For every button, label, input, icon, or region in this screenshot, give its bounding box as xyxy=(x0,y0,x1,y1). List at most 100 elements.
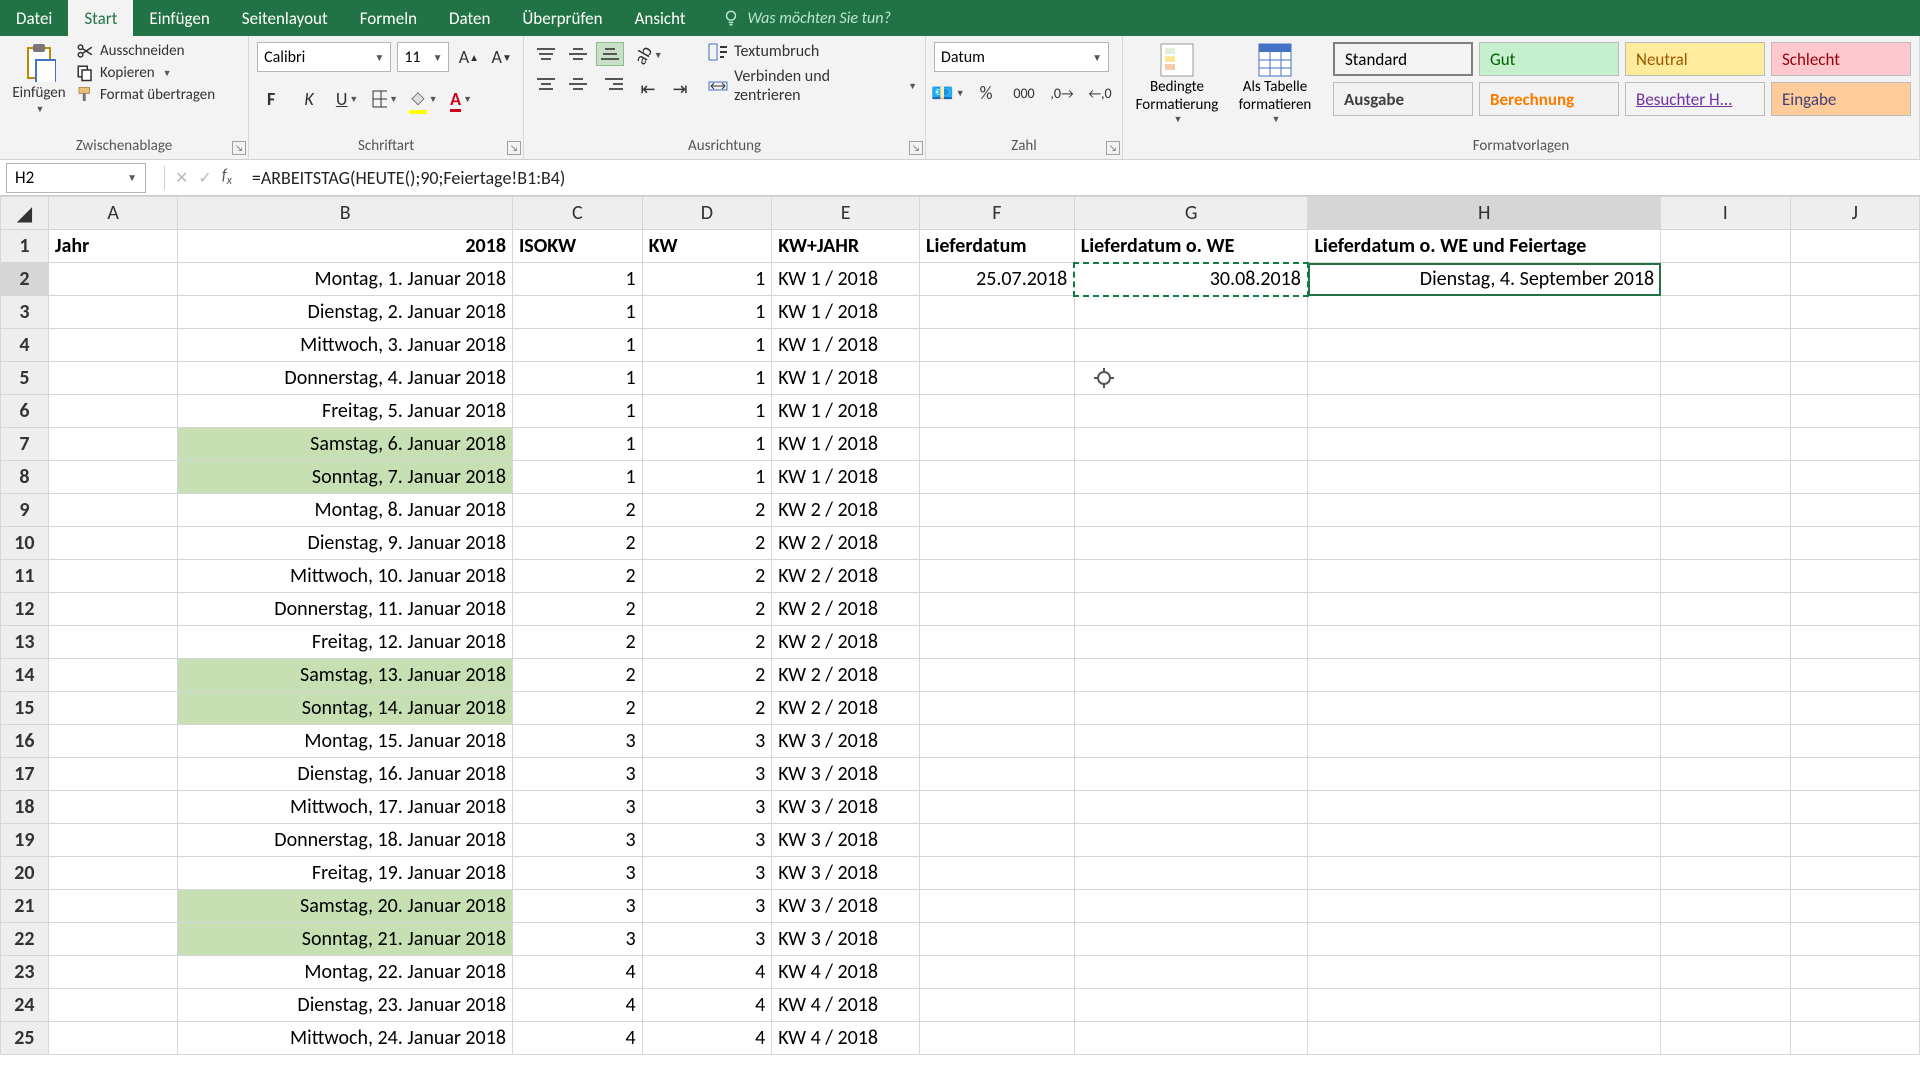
cell-C7[interactable]: 1 xyxy=(512,428,642,461)
cell-D14[interactable]: 2 xyxy=(642,659,772,692)
align-center-button[interactable] xyxy=(564,72,592,96)
bold-button[interactable]: F xyxy=(257,86,285,112)
cell-C2[interactable]: 1 xyxy=(512,263,642,296)
font-color-button[interactable]: A▼ xyxy=(447,86,475,112)
cell-D5[interactable]: 1 xyxy=(642,362,772,395)
cell-B16[interactable]: Montag, 15. Januar 2018 xyxy=(178,725,513,758)
cell-J21[interactable] xyxy=(1790,890,1919,923)
cell-F2[interactable]: 25.07.2018 xyxy=(920,263,1075,296)
cell-I3[interactable] xyxy=(1661,296,1790,329)
cell-J7[interactable] xyxy=(1790,428,1919,461)
cell-H16[interactable] xyxy=(1308,725,1661,758)
accounting-format-button[interactable]: 💶▼ xyxy=(934,80,962,106)
cell-E5[interactable]: KW 1 / 2018 xyxy=(772,362,920,395)
cell-G25[interactable] xyxy=(1074,1022,1308,1055)
cell-F23[interactable] xyxy=(920,956,1075,989)
decrease-indent-button[interactable]: ⇤ xyxy=(634,76,662,102)
cell-I18[interactable] xyxy=(1661,791,1790,824)
row-header-6[interactable]: 6 xyxy=(1,395,49,428)
cell-B2[interactable]: Montag, 1. Januar 2018 xyxy=(178,263,513,296)
cell-F25[interactable] xyxy=(920,1022,1075,1055)
cell-C24[interactable]: 4 xyxy=(512,989,642,1022)
cell-B7[interactable]: Samstag, 6. Januar 2018 xyxy=(178,428,513,461)
cell-J14[interactable] xyxy=(1790,659,1919,692)
cell-D4[interactable]: 1 xyxy=(642,329,772,362)
cell-A9[interactable] xyxy=(48,494,178,527)
col-header-B[interactable]: B xyxy=(178,197,513,230)
font-name-combo[interactable]: Calibri ▼ xyxy=(257,42,391,72)
cell-A18[interactable] xyxy=(48,791,178,824)
cell-E7[interactable]: KW 1 / 2018 xyxy=(772,428,920,461)
wrap-text-button[interactable]: Textumbruch xyxy=(708,42,917,61)
cell-E14[interactable]: KW 2 / 2018 xyxy=(772,659,920,692)
cell-A13[interactable] xyxy=(48,626,178,659)
cell-A2[interactable] xyxy=(48,263,178,296)
cell-D11[interactable]: 2 xyxy=(642,560,772,593)
cell-A22[interactable] xyxy=(48,923,178,956)
accept-formula-button[interactable]: ✓ xyxy=(198,168,211,188)
cell-F12[interactable] xyxy=(920,593,1075,626)
cell-G8[interactable] xyxy=(1074,461,1308,494)
cell-A7[interactable] xyxy=(48,428,178,461)
cell-I5[interactable] xyxy=(1661,362,1790,395)
cell-J9[interactable] xyxy=(1790,494,1919,527)
cell-B21[interactable]: Samstag, 20. Januar 2018 xyxy=(178,890,513,923)
cell-B12[interactable]: Donnerstag, 11. Januar 2018 xyxy=(178,593,513,626)
cell-B3[interactable]: Dienstag, 2. Januar 2018 xyxy=(178,296,513,329)
cell-B14[interactable]: Samstag, 13. Januar 2018 xyxy=(178,659,513,692)
cell-E22[interactable]: KW 3 / 2018 xyxy=(772,923,920,956)
cell-I8[interactable] xyxy=(1661,461,1790,494)
cancel-formula-button[interactable]: ✕ xyxy=(175,168,188,188)
cell-D24[interactable]: 4 xyxy=(642,989,772,1022)
cell-A25[interactable] xyxy=(48,1022,178,1055)
cell-D18[interactable]: 3 xyxy=(642,791,772,824)
row-header-10[interactable]: 10 xyxy=(1,527,49,560)
cell-A19[interactable] xyxy=(48,824,178,857)
comma-style-button[interactable]: 000 xyxy=(1010,80,1038,106)
cell-B15[interactable]: Sonntag, 14. Januar 2018 xyxy=(178,692,513,725)
row-header-19[interactable]: 19 xyxy=(1,824,49,857)
cell-H11[interactable] xyxy=(1308,560,1661,593)
cell-I25[interactable] xyxy=(1661,1022,1790,1055)
cell-H12[interactable] xyxy=(1308,593,1661,626)
cell-H21[interactable] xyxy=(1308,890,1661,923)
cell-A1[interactable]: Jahr xyxy=(48,230,178,263)
cell-J4[interactable] xyxy=(1790,329,1919,362)
tab-review[interactable]: Überprüfen xyxy=(506,0,618,37)
cell-C20[interactable]: 3 xyxy=(512,857,642,890)
cell-E17[interactable]: KW 3 / 2018 xyxy=(772,758,920,791)
name-box[interactable]: H2 ▼ xyxy=(6,163,146,193)
cut-button[interactable]: Ausschneiden xyxy=(76,42,215,60)
decrease-font-button[interactable]: A▼ xyxy=(488,44,515,70)
tell-me-search[interactable]: Was möchten Sie tun? xyxy=(722,9,891,28)
cell-C10[interactable]: 2 xyxy=(512,527,642,560)
cell-G2[interactable]: 30.08.2018 xyxy=(1074,263,1308,296)
style-gut[interactable]: Gut xyxy=(1479,42,1619,76)
tab-view[interactable]: Ansicht xyxy=(619,0,702,37)
cell-B8[interactable]: Sonntag, 7. Januar 2018 xyxy=(178,461,513,494)
cell-E13[interactable]: KW 2 / 2018 xyxy=(772,626,920,659)
cell-G19[interactable] xyxy=(1074,824,1308,857)
row-header-4[interactable]: 4 xyxy=(1,329,49,362)
cell-J8[interactable] xyxy=(1790,461,1919,494)
cell-H14[interactable] xyxy=(1308,659,1661,692)
cell-I17[interactable] xyxy=(1661,758,1790,791)
cell-E21[interactable]: KW 3 / 2018 xyxy=(772,890,920,923)
cell-F4[interactable] xyxy=(920,329,1075,362)
cell-E24[interactable]: KW 4 / 2018 xyxy=(772,989,920,1022)
cell-I19[interactable] xyxy=(1661,824,1790,857)
cell-E16[interactable]: KW 3 / 2018 xyxy=(772,725,920,758)
cell-B4[interactable]: Mittwoch, 3. Januar 2018 xyxy=(178,329,513,362)
cell-C6[interactable]: 1 xyxy=(512,395,642,428)
cell-D22[interactable]: 3 xyxy=(642,923,772,956)
cell-D7[interactable]: 1 xyxy=(642,428,772,461)
borders-button[interactable]: ▼ xyxy=(371,86,399,112)
cell-F24[interactable] xyxy=(920,989,1075,1022)
cell-C12[interactable]: 2 xyxy=(512,593,642,626)
cell-B9[interactable]: Montag, 8. Januar 2018 xyxy=(178,494,513,527)
cell-I14[interactable] xyxy=(1661,659,1790,692)
cell-E19[interactable]: KW 3 / 2018 xyxy=(772,824,920,857)
cell-D25[interactable]: 4 xyxy=(642,1022,772,1055)
cell-A11[interactable] xyxy=(48,560,178,593)
col-header-I[interactable]: I xyxy=(1661,197,1790,230)
